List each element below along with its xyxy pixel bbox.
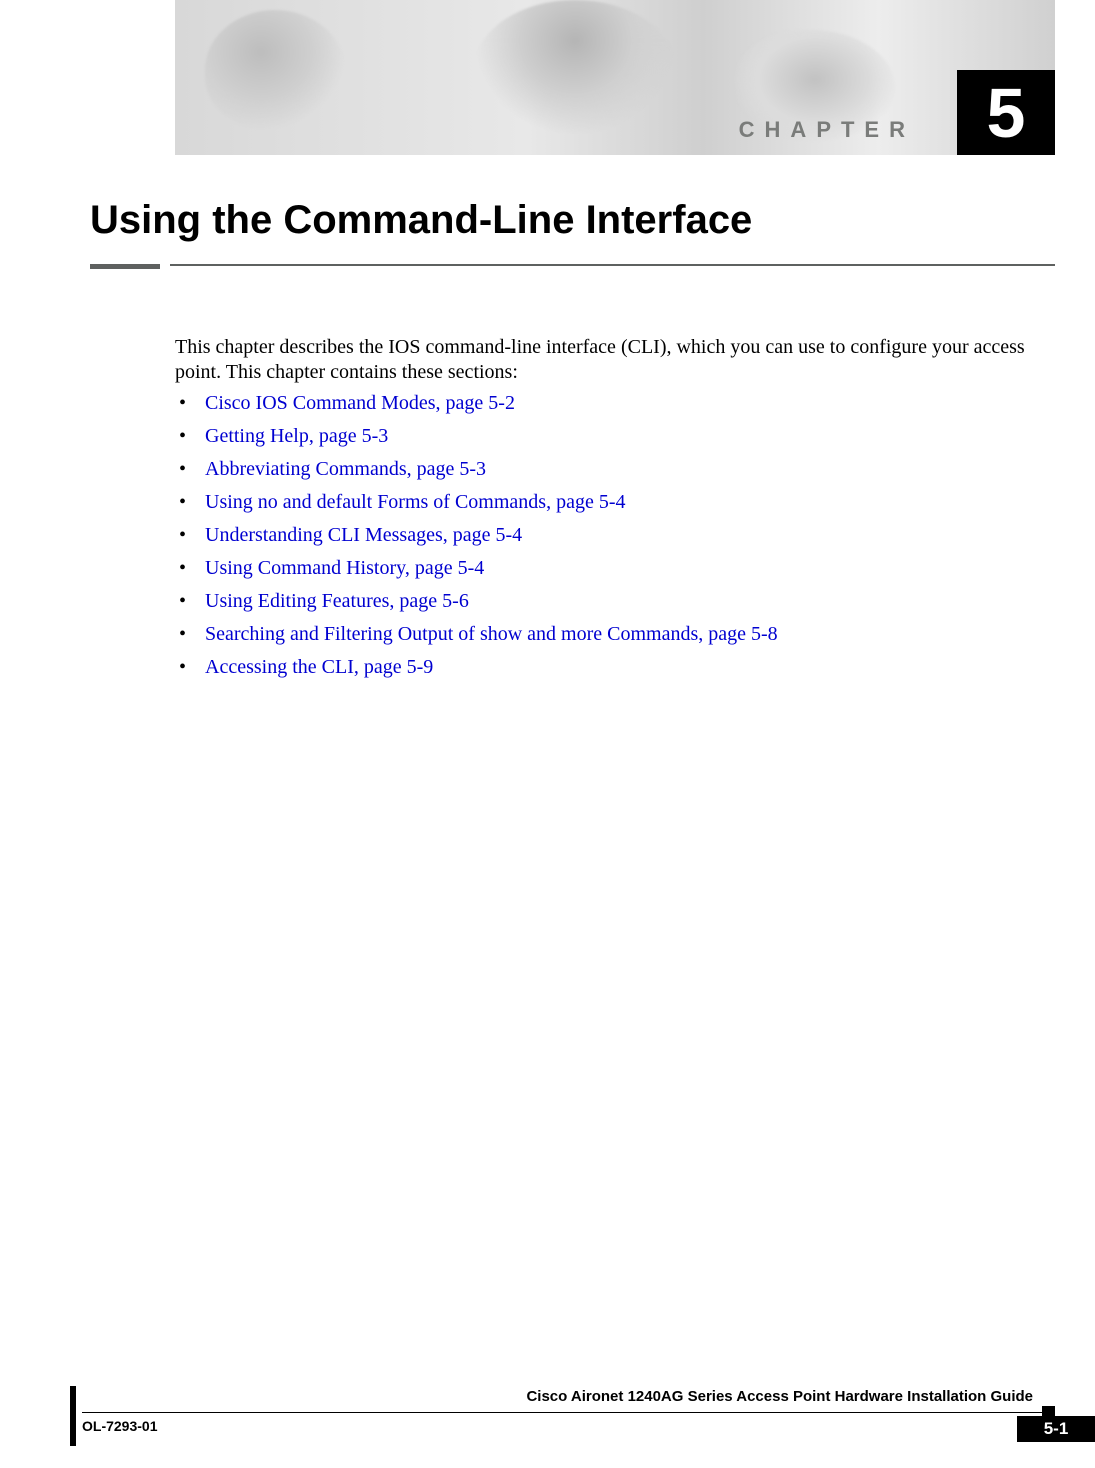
section-link[interactable]: Cisco IOS Command Modes, page 5-2 — [199, 391, 1040, 424]
section-link[interactable]: Using no and default Forms of Commands, … — [199, 490, 1040, 523]
intro-paragraph: This chapter describes the IOS command-l… — [175, 335, 1040, 385]
chapter-word: CHAPTER — [739, 117, 915, 143]
section-link[interactable]: Using Command History, page 5-4 — [199, 556, 1040, 589]
section-link[interactable]: Getting Help, page 5-3 — [199, 424, 1040, 457]
section-link[interactable]: Using Editing Features, page 5-6 — [199, 589, 1040, 622]
footer-guide-title: Cisco Aironet 1240AG Series Access Point… — [526, 1388, 1033, 1405]
chapter-title: Using the Command-Line Interface — [90, 198, 752, 243]
section-link[interactable]: Accessing the CLI, page 5-9 — [199, 655, 1040, 688]
footer-doc-number: OL-7293-01 — [82, 1418, 157, 1434]
body-content: This chapter describes the IOS command-l… — [175, 335, 1040, 688]
page-footer: Cisco Aironet 1240AG Series Access Point… — [0, 1406, 1095, 1468]
section-link[interactable]: Abbreviating Commands, page 5-3 — [199, 457, 1040, 490]
section-list: Cisco IOS Command Modes, page 5-2 Gettin… — [175, 391, 1040, 688]
chapter-banner: CHAPTER — [175, 0, 1055, 155]
footer-page-number: 5-1 — [1017, 1416, 1095, 1442]
chapter-number: 5 — [957, 70, 1055, 155]
title-rule — [90, 260, 1055, 266]
footer-rule — [82, 1412, 1055, 1413]
section-link[interactable]: Searching and Filtering Output of show a… — [199, 622, 1040, 655]
section-link[interactable]: Understanding CLI Messages, page 5-4 — [199, 523, 1040, 556]
